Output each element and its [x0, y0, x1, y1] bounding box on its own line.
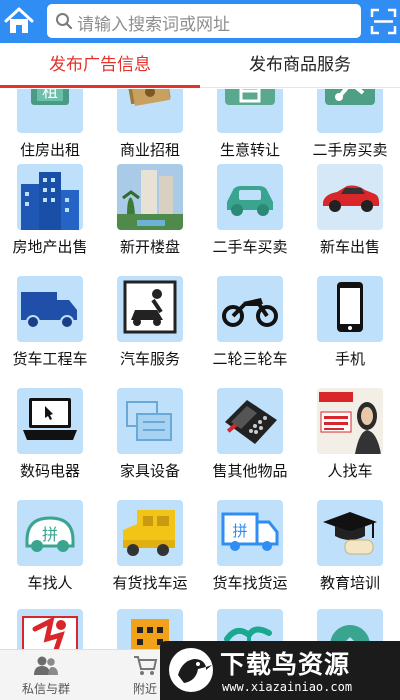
house-trade-icon — [317, 89, 383, 133]
category-car-service[interactable]: 汽车服务 — [100, 276, 200, 388]
group-chat-icon — [34, 656, 58, 675]
category-car-seeks-person[interactable]: 拼 车找人 — [0, 500, 100, 612]
category-label: 商业招租 — [119, 141, 180, 159]
category-label: 售其他物品 — [212, 462, 288, 480]
category-entertainment[interactable] — [0, 609, 100, 649]
category-mobile-phone[interactable]: 手机 — [300, 276, 400, 388]
tab-publish-goods[interactable]: 发布商品服务 — [200, 43, 400, 88]
laptop-icon — [17, 388, 83, 454]
svg-text:租: 租 — [42, 89, 58, 101]
watermark-banner: 下载鸟资源 www.xiazainiao.com — [160, 641, 400, 700]
buildings-icon — [17, 164, 83, 230]
truck-icon — [17, 276, 83, 342]
carpool-icon: 拼 — [17, 500, 83, 566]
category-new-car[interactable]: 新车出售 — [300, 164, 400, 276]
category-label: 数码电器 — [19, 462, 80, 480]
category-label: 教育培训 — [319, 574, 380, 592]
category-label: 生意转让 — [219, 141, 280, 159]
category-label: 货车找货运 — [212, 574, 288, 592]
search-placeholder: 请输入搜索词或网址 — [77, 15, 230, 35]
category-label: 新车出售 — [319, 238, 380, 256]
category-label: 家具设备 — [119, 462, 180, 480]
category-label: 房地产出售 — [12, 238, 88, 256]
category-label: 二手房买卖 — [312, 141, 388, 159]
shop-transfer-icon — [217, 89, 283, 133]
red-sports-car-icon — [317, 164, 383, 230]
category-other-items[interactable]: 售其他物品 — [200, 388, 300, 500]
category-cargo-seeks-truck[interactable]: 有货找车运 — [100, 500, 200, 612]
category-used-car[interactable]: 二手车买卖 — [200, 164, 300, 276]
graduation-cap-icon — [317, 500, 383, 566]
tab-bar: 发布广告信息 发布商品服务 — [0, 43, 400, 88]
svg-text:拼: 拼 — [232, 522, 247, 540]
cash-icon — [117, 89, 183, 133]
category-label: 有货找车运 — [112, 574, 188, 592]
watermark-title: 下载鸟资源 — [220, 650, 351, 679]
carpool-poster-icon — [317, 388, 383, 454]
category-furniture[interactable]: 家具设备 — [100, 388, 200, 500]
search-input[interactable]: 请输入搜索词或网址 — [47, 4, 361, 38]
category-label: 人找车 — [327, 462, 373, 480]
carpool-truck-icon: 拼 — [217, 500, 283, 566]
category-truck-seeks-cargo[interactable]: 拼 货车找货运 — [200, 500, 300, 612]
category-label: 住房出租 — [19, 141, 80, 159]
search-icon — [56, 13, 73, 30]
new-estate-photo-icon — [117, 164, 183, 230]
category-truck[interactable]: 货车工程车 — [0, 276, 100, 388]
nav-label: 私信与群 — [21, 682, 70, 696]
bird-logo-icon — [169, 648, 213, 692]
watermark-url: www.xiazainiao.com — [222, 680, 353, 694]
category-label: 手机 — [334, 350, 365, 368]
category-education[interactable]: 教育培训 — [300, 500, 400, 612]
mobile-phone-icon — [317, 276, 383, 342]
scan-icon[interactable] — [370, 8, 397, 35]
loaded-truck-icon — [117, 500, 183, 566]
cart-icon — [134, 656, 158, 675]
active-tab-indicator — [0, 85, 200, 88]
furniture-icon — [117, 388, 183, 454]
category-label: 车找人 — [27, 574, 73, 592]
category-label: 二轮三轮车 — [212, 350, 288, 368]
category-label: 二手车买卖 — [212, 238, 288, 256]
category-label: 汽车服务 — [119, 350, 180, 368]
category-label: 新开楼盘 — [119, 238, 180, 256]
category-real-estate-sale[interactable]: 房地产出售 — [0, 164, 100, 276]
car-icon — [217, 164, 283, 230]
car-repair-icon — [117, 276, 183, 342]
category-new-estate[interactable]: 新开楼盘 — [100, 164, 200, 276]
category-two-three-wheeler[interactable]: 二轮三轮车 — [200, 276, 300, 388]
dance-icon — [17, 609, 83, 649]
tab-publish-ad[interactable]: 发布广告信息 — [0, 43, 200, 88]
category-label: 货车工程车 — [12, 350, 88, 368]
home-icon[interactable] — [4, 6, 34, 36]
category-digital-electronics[interactable]: 数码电器 — [0, 388, 100, 500]
nav-messages-groups[interactable]: 私信与群 — [6, 650, 86, 700]
top-bar: 请输入搜索词或网址 — [0, 0, 400, 43]
motorcycle-icon — [217, 276, 283, 342]
pos-terminal-icon — [217, 388, 283, 454]
category-grid: 租 住房出租 商业招租 生意转让 二手房买卖 房地产出售 新开楼盘 二手车买卖 … — [0, 89, 400, 649]
category-person-seeks-car[interactable]: 人找车 — [300, 388, 400, 500]
svg-text:拼: 拼 — [42, 525, 58, 544]
house-rent-icon: 租 — [17, 89, 83, 133]
